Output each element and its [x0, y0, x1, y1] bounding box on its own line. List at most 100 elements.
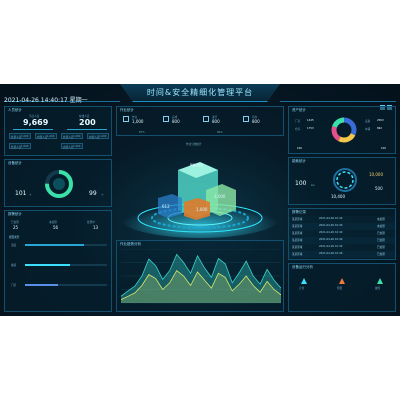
asset-label: 厂房	[295, 120, 301, 123]
bar-fill	[25, 264, 71, 266]
panel-title: 资产统计	[292, 108, 306, 112]
stat-value: 9,669	[23, 118, 49, 127]
panel-title: 人员统计	[8, 108, 22, 112]
list-cell: 已处理	[377, 246, 385, 249]
marker-label: 正常	[299, 287, 305, 290]
page-title: 时间&安全精细化管理平台	[146, 88, 254, 97]
asset-bottom: 100	[381, 147, 386, 150]
hologram-platform	[120, 162, 280, 238]
list-cell: 已处理	[377, 232, 385, 235]
trend-chart	[121, 249, 281, 304]
panel-energy: 能耗统计 100 kw 10,400 10,000 500	[288, 157, 396, 205]
asset-value: 2563	[377, 119, 384, 122]
list-cell: 某某区域	[292, 253, 303, 256]
energy-center-value: 10,400	[331, 194, 345, 199]
asset-bottom: 100	[297, 147, 302, 150]
card-value: 800	[212, 119, 220, 124]
alarm-label: 处理中	[87, 221, 95, 224]
energy-ring	[333, 168, 357, 192]
cube-value: 1,000	[196, 207, 208, 212]
panel-title: 能耗统计	[292, 159, 306, 163]
alarm-value: 13	[93, 225, 99, 230]
chip: 内部人员 1,000	[87, 133, 109, 139]
bar-track	[25, 264, 107, 266]
energy-left-value: 100	[295, 180, 307, 187]
panel-people: 人员统计 当日人员 9,669 在线人员 200 外部人员 1,000 内部人员 1…	[4, 106, 112, 156]
energy-right-value: 10,000	[369, 172, 383, 177]
list-cell: 未处理	[377, 225, 385, 228]
list-cell: 2021-04-26 10:40	[319, 238, 343, 241]
cube-value: 612	[162, 204, 170, 209]
alarm-value: 25	[13, 225, 19, 230]
bar-label: 烟感	[11, 264, 17, 267]
bar-fill	[25, 244, 85, 246]
list-item[interactable]: 某某区域 2021-04-26 10:40 已处理	[289, 251, 395, 258]
panel-alarm-list: 报警记录 某某区域 2021-04-26 10:40 未处理 某某区域 2021-04-…	[288, 208, 396, 260]
datetime: 2021-04-26 14:40:17 星期一	[4, 97, 88, 104]
list-item[interactable]: 某某区域 2021-04-26 10:40 未处理	[289, 223, 395, 230]
bar-label: 温度	[11, 244, 17, 247]
asset-value: 1445	[307, 119, 314, 122]
divider	[67, 129, 107, 130]
cube-label: 网格化管理	[190, 164, 203, 167]
header: 时间&安全精细化管理平台 2021-04-26 14:40:17 星期一	[0, 84, 400, 110]
panel-device-run: 设备运行分析 正常 预警 故障	[288, 263, 396, 312]
chip: 内部人员 1,000	[35, 133, 57, 139]
list-cell: 某某区域	[292, 218, 303, 221]
list-cell: 某某区域	[292, 246, 303, 249]
list-cell: 已处理	[377, 253, 385, 256]
list-cell: 2021-04-26 10:40	[319, 224, 343, 227]
card-icon	[123, 116, 129, 122]
bar-track	[25, 244, 107, 246]
card-icon	[163, 116, 169, 122]
unit: 个	[101, 194, 104, 197]
list-item[interactable]: 某某区域 2021-04-26 10:40 已处理	[289, 230, 395, 237]
list-cell: 某某区域	[292, 225, 303, 228]
list-item[interactable]: 某某区域 2021-04-26 10:40 已处理	[289, 244, 395, 251]
device-gauge	[45, 170, 73, 198]
list-cell: 2021-04-26 10:40	[319, 245, 343, 248]
asset-donut	[331, 117, 357, 143]
marker-label: 故障	[375, 287, 381, 290]
bar-track	[25, 284, 107, 286]
percent: 80%	[217, 131, 223, 134]
cube-value: 3,000	[214, 194, 226, 199]
chip: 内部人员 1,000	[61, 143, 83, 149]
chip: 外部人员 1,000	[9, 143, 31, 149]
asset-label: 设备	[365, 120, 371, 123]
panel-title: 设备统计	[8, 161, 22, 165]
panel-devices: 设备统计 101 个 99 个	[4, 159, 112, 207]
triangle-icon	[339, 278, 345, 284]
alarm-label: 未处理	[49, 221, 57, 224]
stat-value: 200	[79, 118, 96, 127]
header-line-right	[280, 101, 396, 102]
grid-icon[interactable]	[380, 95, 394, 110]
panel-title: 设备运行分析	[292, 265, 313, 269]
unit: 个	[29, 194, 32, 197]
alarm-value: 56	[53, 225, 59, 230]
list-cell: 2021-04-26 10:40	[319, 217, 343, 220]
asset-value: 1753	[307, 127, 314, 130]
triangle-icon	[377, 278, 383, 284]
marker-label: 预警	[337, 287, 343, 290]
card-value: 800	[252, 119, 260, 124]
chip: 外部人员 1,000	[61, 133, 83, 139]
bars-title: 报警类型	[9, 236, 20, 239]
energy-right-value: 500	[375, 186, 383, 191]
list-cell: 2021-04-26 10:40	[319, 231, 343, 234]
asset-value: 862	[377, 127, 382, 130]
bar-fill	[25, 284, 58, 286]
panel-title: 报警统计	[8, 212, 22, 216]
unit: kw	[311, 184, 315, 187]
list-cell: 未处理	[377, 218, 385, 221]
panel-jobs: 作业统计 作业 1,000 完成 800 进行 800 待办 800 87% 80%	[116, 106, 284, 136]
list-item[interactable]: 某某区域 2021-04-26 10:40 已处理	[289, 237, 395, 244]
list-cell: 某某区域	[292, 239, 303, 242]
list-cell: 某某区域	[292, 232, 303, 235]
panel-alarms: 报警统计 已处理 25 未处理 56 处理中 13 报警类型 温度 烟感 门禁	[4, 210, 112, 312]
alarm-label: 已处理	[11, 221, 19, 224]
list-item[interactable]: 某某区域 2021-04-26 10:40 未处理	[289, 216, 395, 223]
percent: 87%	[139, 131, 145, 134]
card-value: 800	[172, 119, 180, 124]
list-cell: 已处理	[377, 239, 385, 242]
